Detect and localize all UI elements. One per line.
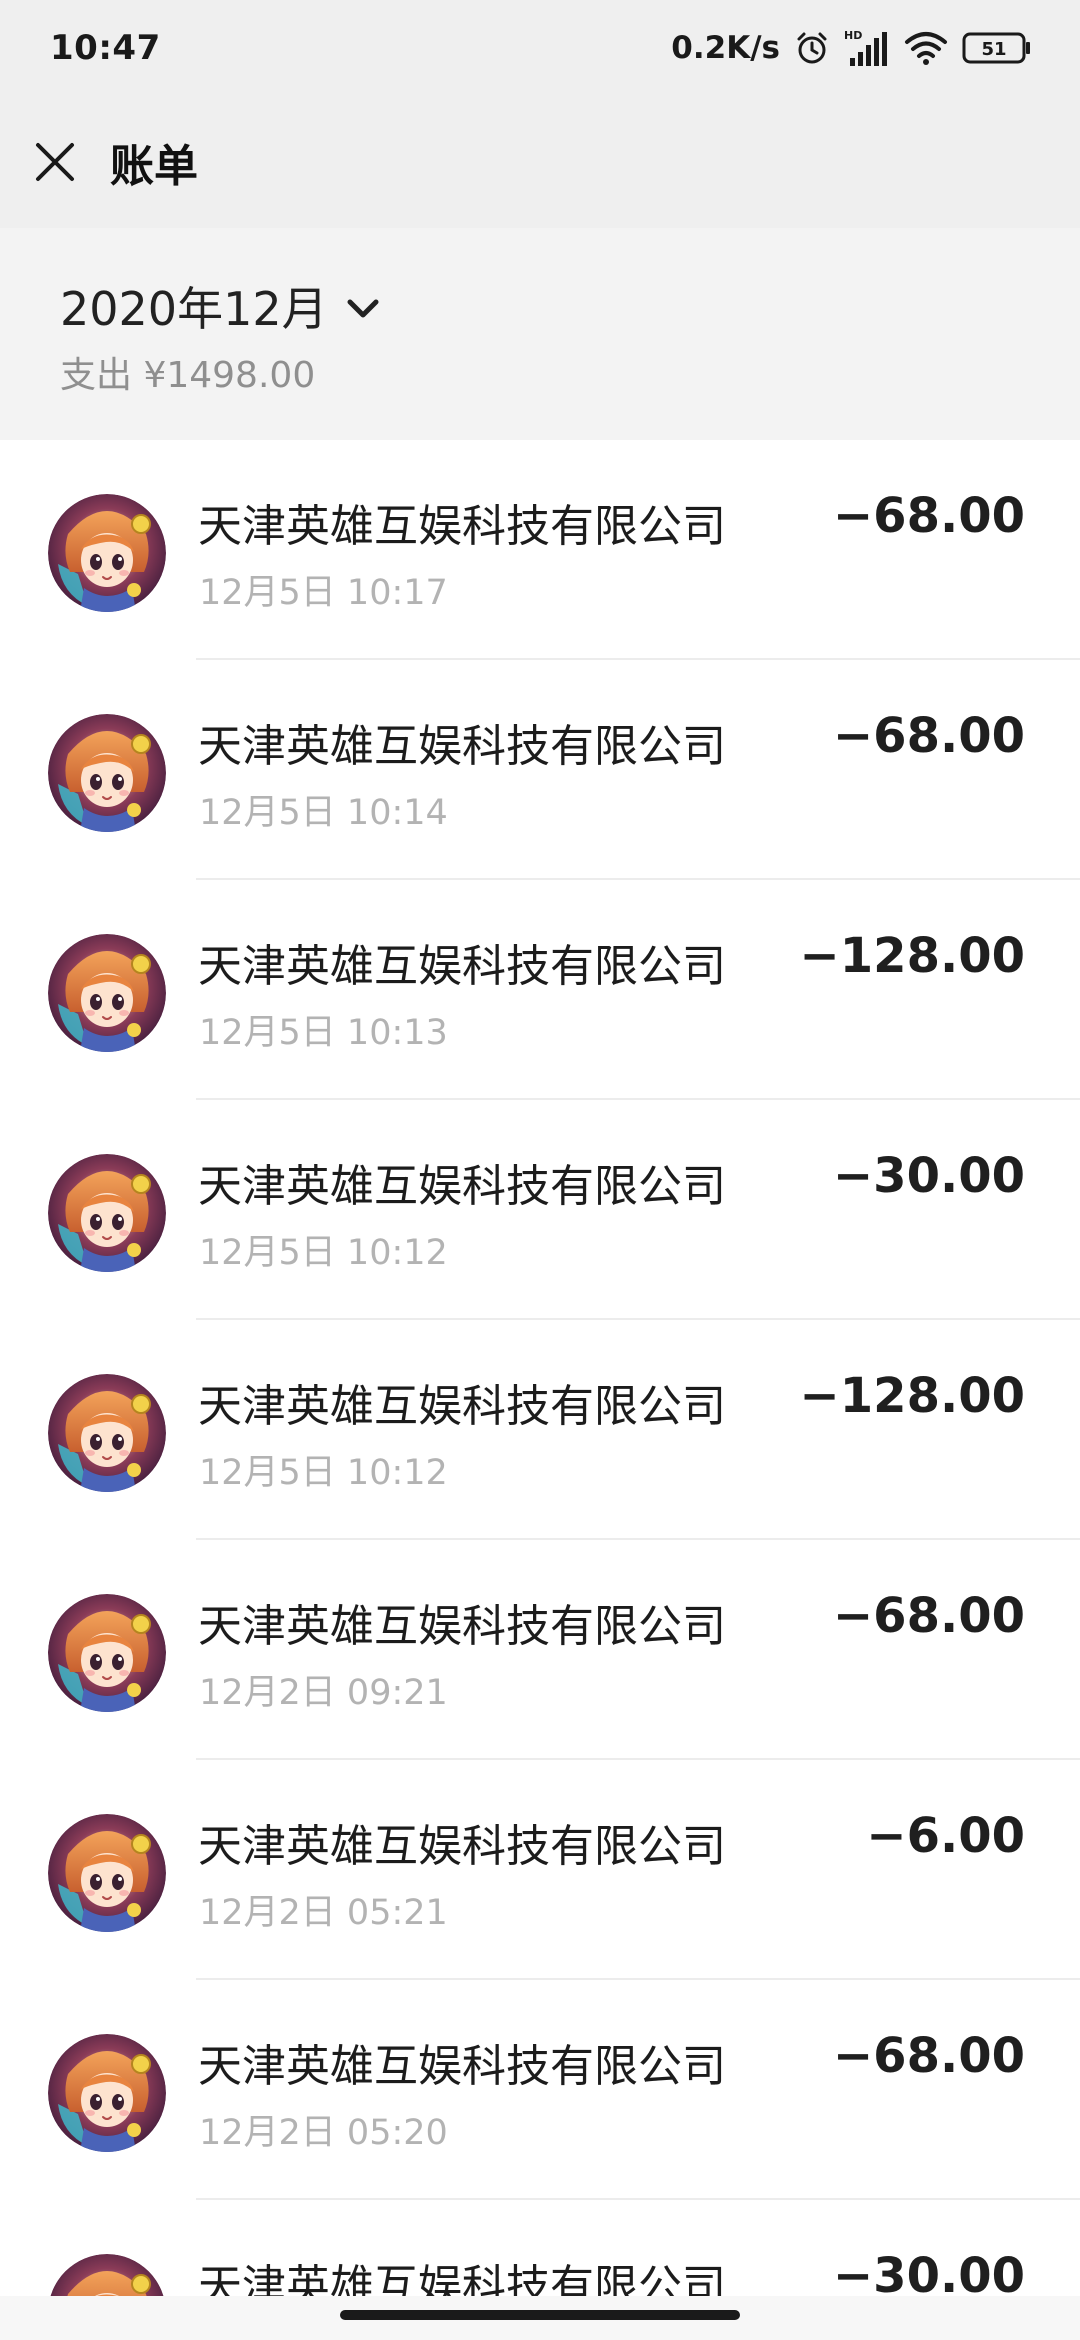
battery-icon: 51: [962, 31, 1032, 65]
close-icon: [36, 143, 74, 181]
merchant-avatar: [48, 1814, 166, 1932]
status-bar: 10:47 0.2K/s HD 51: [0, 0, 1080, 96]
status-indicators: 0.2K/s HD 51: [671, 28, 1032, 68]
transaction-time: 12月5日 10:14: [199, 793, 448, 833]
transaction-time: 12月5日 10:17: [199, 573, 448, 613]
transaction-row[interactable]: 天津英雄互娱科技有限公司 12月2日 09:21 −68.00: [0, 1540, 1080, 1760]
transaction-amount: −6.00: [866, 1808, 1025, 1864]
transaction-row[interactable]: 天津英雄互娱科技有限公司 12月5日 10:17 −68.00: [0, 440, 1080, 660]
expense-total: 支出 ¥1498.00: [60, 355, 316, 396]
transaction-time: 12月5日 10:12: [199, 1453, 448, 1493]
transaction-row[interactable]: 天津英雄互娱科技有限公司 12月5日 10:14 −68.00: [0, 660, 1080, 880]
merchant-name: 天津英雄互娱科技有限公司: [198, 941, 726, 992]
transaction-time: 12月2日 09:21: [199, 1673, 448, 1713]
merchant-avatar: [48, 1594, 166, 1712]
character-illustration: [48, 1374, 166, 1492]
character-illustration: [48, 1594, 166, 1712]
month-label: 2020年12月: [60, 282, 328, 336]
transaction-amount: −128.00: [799, 928, 1025, 984]
merchant-avatar: [48, 714, 166, 832]
merchant-name: 天津英雄互娱科技有限公司: [198, 1601, 726, 1652]
merchant-avatar: [48, 2034, 166, 2152]
alarm-icon: [794, 30, 830, 66]
transaction-amount: −68.00: [832, 708, 1025, 764]
transaction-amount: −68.00: [832, 1588, 1025, 1644]
network-speed: 0.2K/s: [671, 30, 780, 66]
transaction-amount: −128.00: [799, 1368, 1025, 1424]
character-illustration: [48, 714, 166, 832]
merchant-avatar: [48, 1154, 166, 1272]
home-indicator[interactable]: [340, 2310, 740, 2320]
character-illustration: [48, 1154, 166, 1272]
svg-text:51: 51: [981, 39, 1006, 60]
title-bar: 账单: [0, 96, 1080, 228]
transaction-row[interactable]: 天津英雄互娱科技有限公司 12月5日 10:12 −128.00: [0, 1320, 1080, 1540]
merchant-avatar: [48, 1374, 166, 1492]
wifi-icon: [904, 30, 948, 66]
page-title: 账单: [110, 141, 198, 192]
month-summary: 2020年12月 支出 ¥1498.00: [0, 228, 1080, 440]
character-illustration: [48, 2034, 166, 2152]
character-illustration: [48, 934, 166, 1052]
month-selector[interactable]: 2020年12月: [60, 273, 380, 339]
transaction-row[interactable]: 天津英雄互娱科技有限公司 12月2日 05:20 −68.00: [0, 1980, 1080, 2200]
svg-text:HD: HD: [844, 29, 862, 42]
transaction-time: 12月5日 10:12: [199, 1233, 448, 1273]
merchant-name: 天津英雄互娱科技有限公司: [198, 721, 726, 772]
transaction-amount: −30.00: [832, 1148, 1025, 1204]
merchant-name: 天津英雄互娱科技有限公司: [198, 1381, 726, 1432]
merchant-name: 天津英雄互娱科技有限公司: [198, 1161, 726, 1212]
transaction-amount: −68.00: [832, 2028, 1025, 2084]
transaction-time: 12月2日 05:21: [199, 1893, 448, 1933]
merchant-avatar: [48, 934, 166, 1052]
merchant-name: 天津英雄互娱科技有限公司: [198, 501, 726, 552]
merchant-avatar: [48, 494, 166, 612]
close-button[interactable]: [0, 96, 110, 228]
transaction-time: 12月5日 10:13: [199, 1013, 448, 1053]
signal-icon: HD: [844, 28, 890, 68]
transaction-row[interactable]: 天津英雄互娱科技有限公司 12月5日 10:12 −30.00: [0, 1100, 1080, 1320]
merchant-name: 天津英雄互娱科技有限公司: [198, 1821, 726, 1872]
transaction-row[interactable]: 天津英雄互娱科技有限公司 12月5日 10:13 −128.00: [0, 880, 1080, 1100]
transaction-list: 天津英雄互娱科技有限公司 12月5日 10:17 −68.00 天津英雄互娱科技…: [0, 440, 1080, 2340]
transaction-time: 12月2日 05:20: [199, 2113, 448, 2153]
status-time: 10:47: [50, 28, 161, 68]
transaction-amount: −68.00: [832, 488, 1025, 544]
transaction-row[interactable]: 天津英雄互娱科技有限公司 12月2日 05:21 −6.00: [0, 1760, 1080, 1980]
merchant-name: 天津英雄互娱科技有限公司: [198, 2041, 726, 2092]
character-illustration: [48, 1814, 166, 1932]
gesture-bar: [0, 2296, 1080, 2340]
chevron-down-icon: [347, 299, 379, 318]
character-illustration: [48, 494, 166, 612]
